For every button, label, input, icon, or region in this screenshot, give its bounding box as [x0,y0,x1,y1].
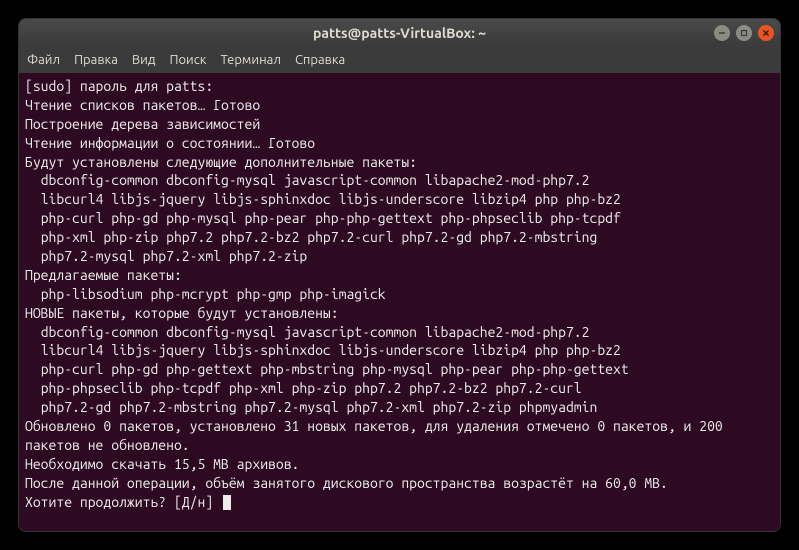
terminal-line: Построение дерева зависимостей [25,115,774,134]
terminal-line: Необходимо скачать 15,5 MB архивов. [25,455,774,474]
terminal-line: Будут установлены следующие дополнительн… [25,153,774,172]
maximize-button[interactable] [736,25,752,41]
minimize-icon [718,29,726,37]
close-icon [762,29,770,37]
terminal-line: Обновлено 0 пакетов, установлено 31 новы… [25,417,774,455]
terminal-line: php7.2-mysql php7.2-xml php7.2-zip [25,247,774,266]
minimize-button[interactable] [714,25,730,41]
window-controls [714,25,774,41]
window-title: patts@patts-VirtualBox: ~ [313,25,486,41]
terminal-line: dbconfig-common dbconfig-mysql javascrip… [25,323,774,342]
terminal-line: php-phpseclib php-tcpdf php-xml php-zip … [25,379,774,398]
terminal-line: libcurl4 libjs-jquery libjs-sphinxdoc li… [25,190,774,209]
terminal-line: После данной операции, объём занятого ди… [25,474,774,493]
menu-view[interactable]: Вид [132,53,156,67]
terminal-window: patts@patts-VirtualBox: ~ Файл Правка Ви… [18,18,781,532]
terminal-output[interactable]: [sudo] пароль для patts:Чтение списков п… [19,73,780,531]
terminal-line: Предлагаемые пакеты: [25,266,774,285]
terminal-line: Чтение списков пакетов… Готово [25,96,774,115]
menu-search[interactable]: Поиск [169,53,206,67]
titlebar[interactable]: patts@patts-VirtualBox: ~ [19,19,780,47]
cursor [223,495,231,510]
terminal-line: НОВЫЕ пакеты, которые будут установлены: [25,304,774,323]
terminal-line: dbconfig-common dbconfig-mysql javascrip… [25,171,774,190]
menu-help[interactable]: Справка [295,53,345,67]
terminal-line: php-curl php-gd php-mysql php-pear php-p… [25,209,774,228]
terminal-line: php-xml php-zip php7.2 php7.2-bz2 php7.2… [25,228,774,247]
terminal-line: Чтение информации о состоянии… Готово [25,134,774,153]
terminal-line: Хотите продолжить? [Д/н] [25,493,774,512]
maximize-icon [740,29,748,37]
menu-edit[interactable]: Правка [74,53,118,67]
menubar: Файл Правка Вид Поиск Терминал Справка [19,47,780,73]
menu-terminal[interactable]: Терминал [220,53,280,67]
terminal-line: php-libsodium php-mcrypt php-gmp php-ima… [25,285,774,304]
terminal-line: php7.2-gd php7.2-mbstring php7.2-mysql p… [25,398,774,417]
terminal-line: [sudo] пароль для patts: [25,77,774,96]
terminal-line: libcurl4 libjs-jquery libjs-sphinxdoc li… [25,341,774,360]
menu-file[interactable]: Файл [27,53,60,67]
terminal-line: php-curl php-gd php-gettext php-mbstring… [25,360,774,379]
close-button[interactable] [758,25,774,41]
